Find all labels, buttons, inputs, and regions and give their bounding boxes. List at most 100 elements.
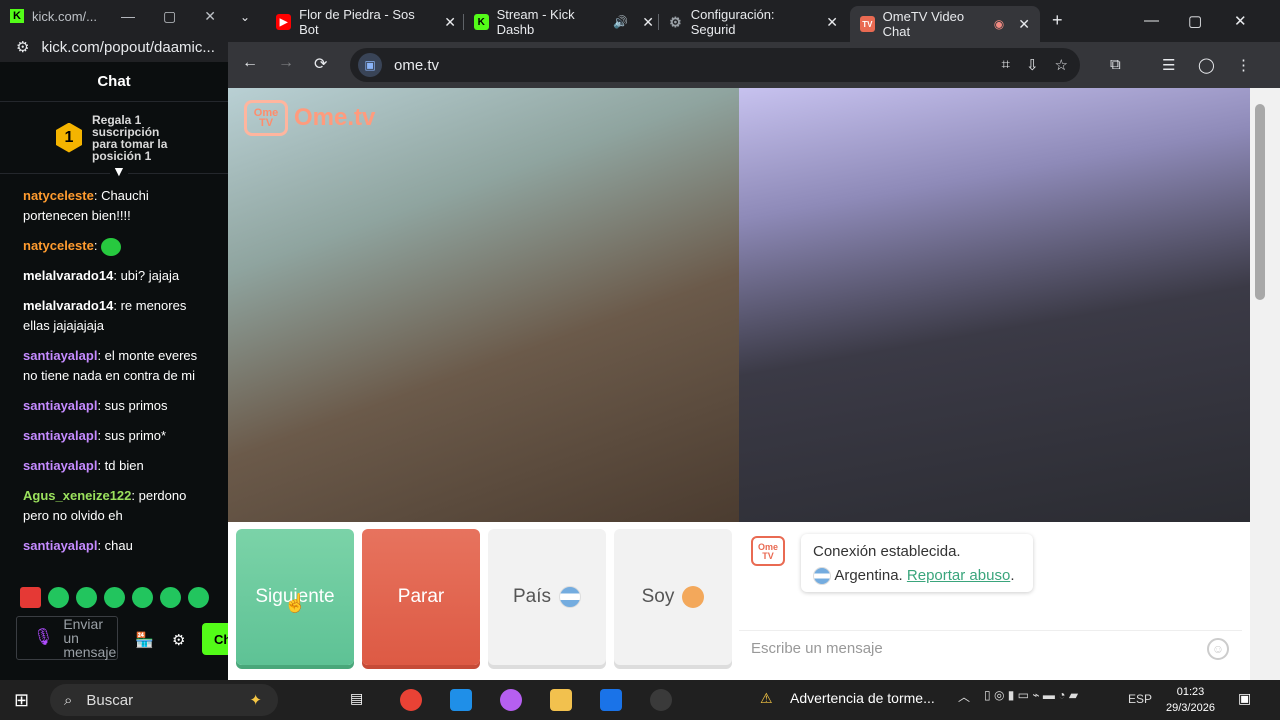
local-video: Ome TV Ome.tv [228,88,739,522]
store-icon[interactable] [600,689,622,711]
clock-time: 01:23 [1176,686,1205,698]
chat-username[interactable]: santiayalapl [23,348,97,363]
search-icon: ⌕ [64,691,73,709]
tray-icons[interactable]: ▯ ◎ ▮ ▭ ⌁ ▬ ◔ ▰ [984,688,1078,702]
chat-username[interactable]: melalvarado14 [23,268,113,283]
chat-message: santiayalapl: chau [23,538,133,553]
install-icon[interactable]: ⇩ [1026,56,1039,74]
media-icon[interactable]: ☰ [1162,56,1175,74]
ometv-page: Ome TV Ome.tv Siguiente Parar País Soy ☝… [228,88,1280,680]
page-scrollbar[interactable] [1250,88,1280,680]
tab-settings[interactable]: ⚙ Configuración: Segurid ✕ [668,7,838,37]
chat-message: Agus_xeneize122: perdono pero no olvido … [23,488,187,523]
chat-message: santiayalapl: td bien [23,458,144,473]
copilot-icon[interactable] [500,689,522,711]
language-indicator[interactable]: ESP [1128,692,1152,706]
tab-ometv[interactable]: TV OmeTV Video Chat ◉ ✕ [850,6,1040,42]
chat-username[interactable]: natyceleste [23,238,94,253]
site-settings-icon[interactable]: ⚙ [16,38,29,56]
windows-start-icon[interactable]: ⊞ [14,690,29,711]
report-abuse-link[interactable]: Reportar abuso [907,567,1010,584]
address-url[interactable]: ome.tv [394,57,439,74]
gender-button[interactable]: Soy [614,529,732,665]
obs-icon[interactable] [650,689,672,711]
address-bar[interactable]: ▣ ome.tv ⌗ ⇩ ☆ [350,48,1080,82]
argentina-flag-icon [559,586,582,608]
minimize-icon[interactable]: — [121,8,135,25]
emoji-icon[interactable]: ☺ [1207,638,1229,660]
weather-alert[interactable]: Advertencia de torme... [790,690,935,706]
extensions-icon[interactable]: ⧉ [1110,56,1121,73]
chat-message: santiayalapl: el monte everes no tiene n… [23,348,198,383]
composer-placeholder[interactable]: Enviar un mensaje [63,617,117,659]
emote-icon[interactable] [132,587,153,608]
status-bubble: Conexión establecida. Argentina. Reporta… [801,534,1033,592]
tab-search-icon[interactable]: ⌄ [240,10,250,24]
store-icon[interactable]: 🏪 [135,631,154,649]
speaker-icon[interactable]: 🔊 [613,15,628,29]
notifications-icon[interactable]: ▣ [1238,690,1251,707]
new-tab-icon[interactable]: + [1052,10,1063,31]
collapse-icon[interactable]: ▼ [110,163,128,179]
chat-text: chau [104,538,133,553]
gear-icon[interactable]: ⚙ [172,631,185,649]
close-icon[interactable]: ✕ [826,14,838,31]
profile-icon[interactable]: ◯ [1198,56,1215,74]
taskbar-search[interactable]: ⌕ Buscar ✦ [50,684,278,716]
ometv-icon: TV [860,16,875,32]
chat-send-button[interactable]: Ch [202,623,231,655]
kick-urlbar[interactable]: ⚙ kick.com/popout/daamic... [0,32,228,62]
message-input[interactable]: Escribe un mensaje [739,630,1242,666]
chat-username[interactable]: Agus_xeneize122 [23,488,131,503]
maximize-icon[interactable]: ▢ [1188,12,1202,30]
tab-youtube[interactable]: ▶ Flor de Piedra - Sos Bot ✕ [276,7,456,37]
mail-icon[interactable] [450,689,472,711]
reload-icon[interactable]: ⟳ [314,54,327,74]
partner-country: Argentina. [834,567,903,584]
chat-username[interactable]: santiayalapl [23,428,97,443]
menu-icon[interactable]: ⋮ [1236,56,1251,74]
close-icon[interactable]: ✕ [1018,16,1030,33]
emote-icon[interactable] [104,587,125,608]
chat-username[interactable]: melalvarado14 [23,298,113,313]
clock[interactable]: 01:23 29/3/2026 [1166,684,1215,716]
emote-icon[interactable] [188,587,209,608]
kick-url[interactable]: kick.com/popout/daamic... [41,39,214,56]
kick-popout-window: K kick.com/... — ▢ ✕ ⚙ kick.com/popout/d… [0,0,231,680]
camera-icon[interactable]: ▣ [358,53,382,77]
chat-composer[interactable]: 🎙 Enviar un mensaje [16,616,118,660]
task-view-icon[interactable]: ▤ [350,690,363,707]
tray-chevron-icon[interactable]: ︿ [958,688,970,705]
sub-promo[interactable]: 1 Regala 1 suscripción para tomar la pos… [0,102,228,179]
close-icon[interactable]: ✕ [1234,12,1247,30]
close-icon[interactable]: ✕ [642,14,654,31]
chat-message: melalvarado14: ubi? jajaja [23,268,180,283]
chat-username[interactable]: santiayalapl [23,458,97,473]
sparkle-icon: ✦ [249,692,262,709]
back-icon[interactable]: ← [242,54,258,72]
close-icon[interactable]: ✕ [204,8,216,25]
emote-icon[interactable] [20,587,41,608]
close-icon[interactable]: ✕ [444,14,456,31]
tab-kick-dashboard[interactable]: K Stream - Kick Dashb 🔊 ✕ [474,7,654,37]
chat-username[interactable]: santiayalapl [23,538,97,553]
emote-icon[interactable] [160,587,181,608]
scroll-thumb[interactable] [1255,104,1265,300]
chat-username[interactable]: santiayalapl [23,398,97,413]
stop-button[interactable]: Parar [362,529,480,665]
country-button[interactable]: País [488,529,606,665]
emote-icon[interactable] [76,587,97,608]
mouse-cursor-icon: ☝ [284,593,307,613]
chrome-icon[interactable] [400,689,422,711]
emote-icon[interactable] [48,587,69,608]
forward-icon[interactable]: → [278,54,294,72]
maximize-icon[interactable]: ▢ [163,8,176,25]
file-explorer-icon[interactable] [550,689,572,711]
chat-message: melalvarado14: re menores ellas jajajaja… [23,298,187,333]
chat-username[interactable]: natyceleste [23,188,94,203]
mic-icon[interactable]: 🎙 [33,630,53,646]
bookmark-star-icon[interactable]: ☆ [1055,56,1068,74]
tab-title: Configuración: Segurid [690,7,775,37]
minimize-icon[interactable]: — [1144,12,1159,29]
translate-icon[interactable]: ⌗ [1002,56,1010,74]
